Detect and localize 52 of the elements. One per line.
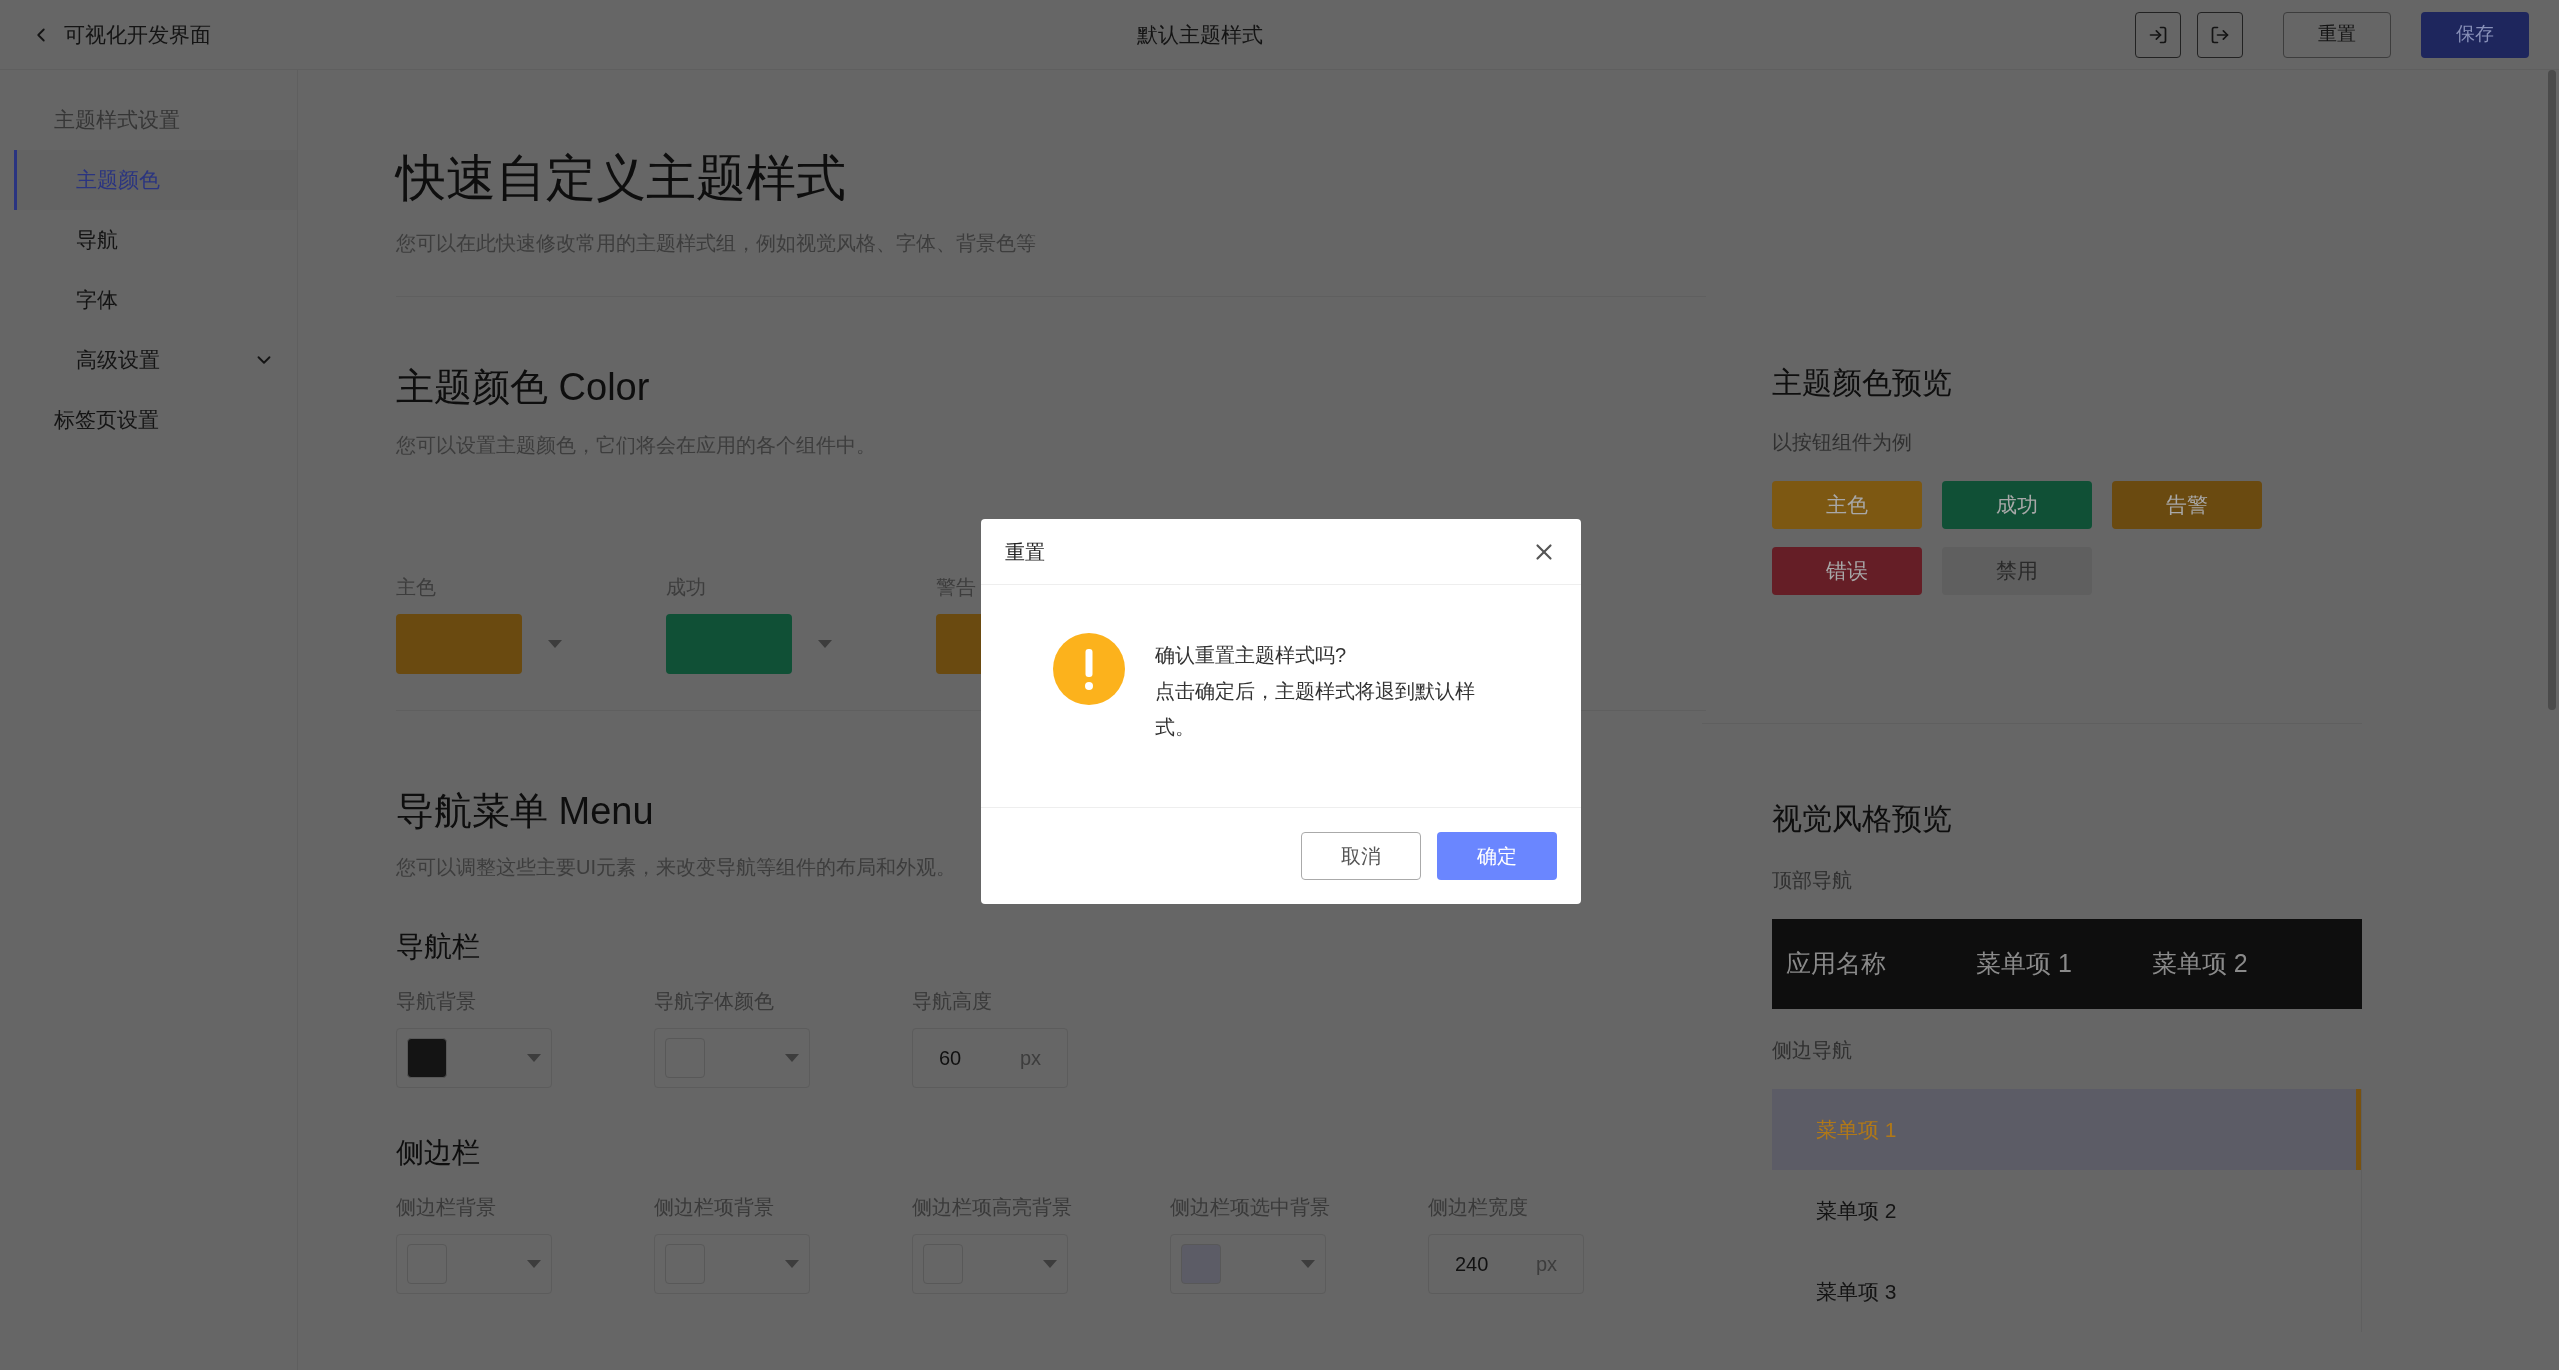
preview-button[interactable]: 错误 bbox=[1772, 547, 1922, 595]
caret-icon bbox=[527, 1054, 541, 1062]
toolbar-button[interactable] bbox=[2197, 11, 2243, 58]
color-swatch[interactable] bbox=[396, 614, 522, 674]
preview-button[interactable]: 成功 bbox=[1942, 481, 2092, 529]
color-swatch[interactable] bbox=[666, 614, 792, 674]
reset-button[interactable]: 重置 bbox=[2283, 11, 2391, 58]
toolbar-button[interactable] bbox=[2135, 11, 2181, 58]
preview-button[interactable]: 主色 bbox=[1772, 481, 1922, 529]
color-picker[interactable] bbox=[396, 1234, 552, 1294]
dialog-message: 点击确定后，主题样式将退到默认样式。 bbox=[1155, 679, 1476, 740]
color-picker[interactable] bbox=[396, 1028, 552, 1088]
color-picker[interactable] bbox=[654, 1028, 810, 1088]
sign-in-icon bbox=[2148, 24, 2168, 45]
sidebar-item[interactable]: 导航 bbox=[14, 210, 297, 270]
app-name: 应用名称 bbox=[1786, 948, 1886, 980]
sidebar-item[interactable]: 字体 bbox=[14, 270, 297, 330]
warning-icon bbox=[1053, 633, 1125, 705]
page-title: 默认主题样式 bbox=[1137, 21, 1263, 48]
main-heading: 快速自定义主题样式 bbox=[396, 149, 846, 208]
top-nav-item[interactable]: 菜单项 1 bbox=[1976, 945, 2072, 983]
cancel-button[interactable]: 取消 bbox=[1301, 832, 1421, 880]
preview-button[interactable]: 告警 bbox=[2112, 481, 2262, 529]
preview-heading: 主题颜色预览 bbox=[1772, 365, 1952, 401]
dialog-message: 确认重置主题样式吗? bbox=[1155, 643, 1348, 668]
field-value: 60 bbox=[939, 1046, 962, 1071]
field-value: 240 bbox=[1455, 1252, 1489, 1277]
sidebar-item[interactable]: 标签页设置 bbox=[0, 390, 297, 450]
dialog-title: 重置 bbox=[1005, 539, 1045, 565]
top-nav-item[interactable]: 菜单项 2 bbox=[2151, 945, 2248, 983]
preview-heading: 视觉风格预览 bbox=[1772, 801, 1952, 837]
color-picker[interactable] bbox=[1170, 1234, 1326, 1294]
sign-out-icon bbox=[2210, 24, 2230, 45]
section-heading: 导航菜单 Menu bbox=[396, 789, 654, 834]
side-nav-item[interactable]: 菜单项 1 bbox=[1772, 1089, 2361, 1170]
caret-icon[interactable] bbox=[548, 640, 562, 648]
group-heading: 侧边栏 bbox=[396, 1136, 480, 1170]
save-button[interactable]: 保存 bbox=[2421, 11, 2529, 58]
confirm-button[interactable]: 确定 bbox=[1437, 832, 1557, 880]
scrollbar-thumb[interactable] bbox=[2548, 70, 2556, 710]
caret-icon bbox=[785, 1260, 799, 1268]
color-picker[interactable] bbox=[912, 1234, 1068, 1294]
caret-icon bbox=[785, 1054, 799, 1062]
caret-icon bbox=[527, 1260, 541, 1268]
section-heading: 主题颜色 Color bbox=[396, 365, 650, 410]
color-picker[interactable] bbox=[654, 1234, 810, 1294]
sidebar-item[interactable]: 高级设置 bbox=[14, 330, 297, 390]
group-heading: 导航栏 bbox=[396, 930, 480, 964]
back-link[interactable]: 可视化开发界面 bbox=[30, 18, 211, 51]
caret-icon bbox=[1301, 1260, 1315, 1268]
caret-icon[interactable] bbox=[818, 640, 832, 648]
caret-icon bbox=[1043, 1260, 1057, 1268]
